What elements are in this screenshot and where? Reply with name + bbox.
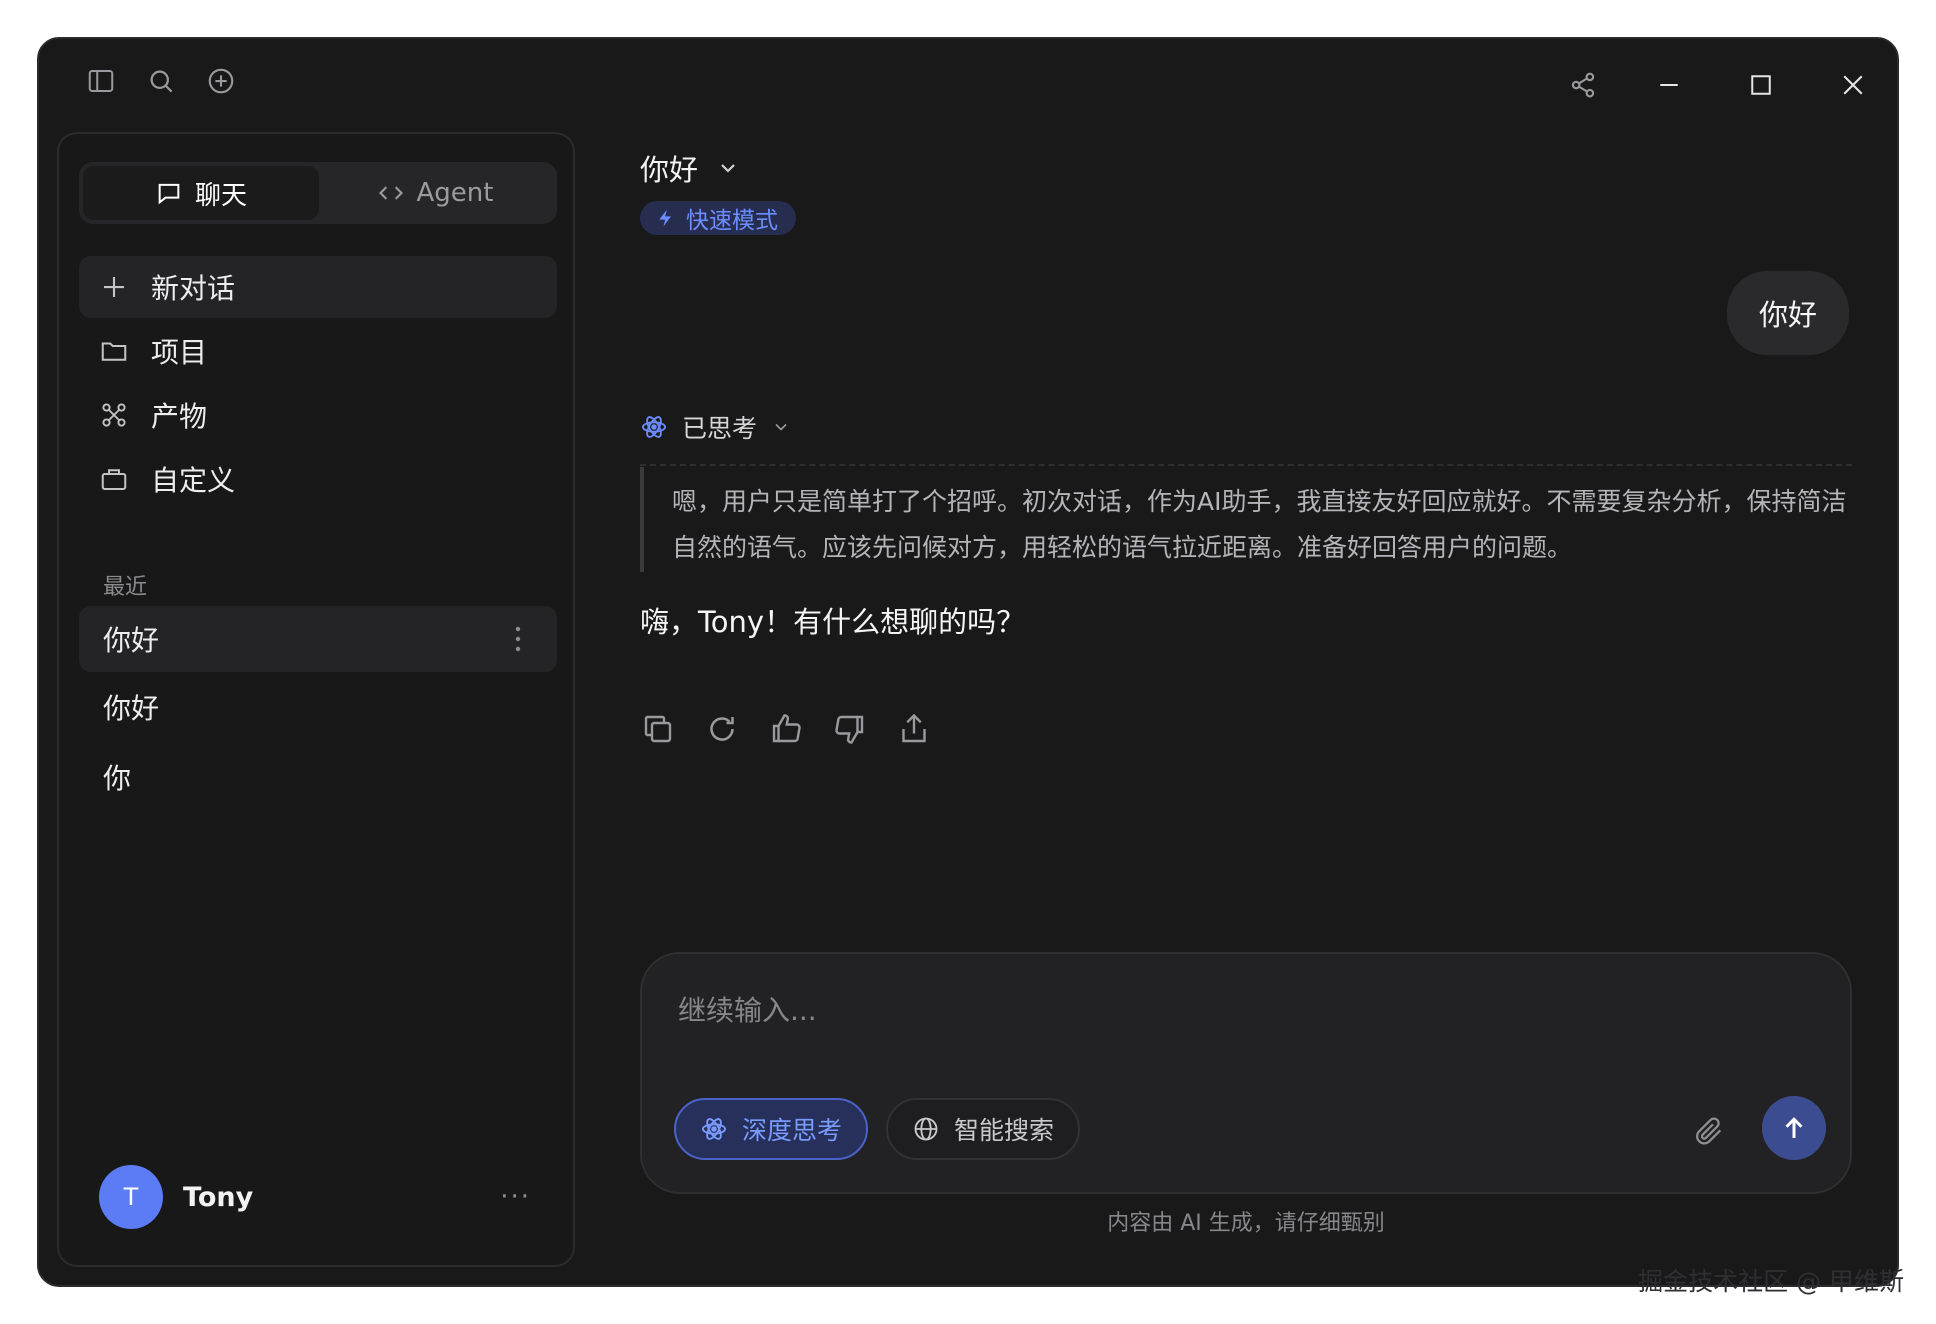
code-icon (378, 186, 403, 200)
assistant-message: 嗨，Tony！有什么想聊的吗？ (640, 605, 1026, 639)
tab-chat[interactable]: 聊天 (83, 166, 319, 220)
new-chat-label: 新对话 (151, 272, 236, 305)
thinking-toggle[interactable]: 已思考 (640, 409, 791, 445)
sidebar-item-label: 项目 (151, 336, 208, 369)
recent-chat-label: 你好 (103, 692, 160, 725)
recent-chat-label: 你好 (103, 624, 160, 657)
plus-icon (104, 277, 124, 297)
chat-bubble-icon (158, 183, 180, 205)
new-chat-plus-icon[interactable] (201, 61, 241, 101)
atom-icon (641, 416, 667, 438)
conversation-title-text: 你好 (640, 153, 699, 187)
sidebar-item-artifacts[interactable]: 产物 (79, 384, 557, 446)
smart-search-label: 智能搜索 (954, 1116, 1055, 1145)
thinking-divider (640, 464, 1852, 466)
atom-icon (701, 1118, 727, 1140)
thinking-content: 嗯，用户只是简单打了个招呼。初次对话，作为AI助手，我直接友好回应就好。不需要复… (640, 467, 1858, 572)
share-icon[interactable] (1563, 65, 1603, 105)
share-message-button[interactable] (896, 711, 932, 747)
fast-mode-badge[interactable]: 快速模式 (640, 201, 796, 235)
recent-chat-item[interactable]: 你好 (79, 606, 557, 672)
more-vertical-icon[interactable] (515, 624, 521, 654)
mode-switcher: 聊天 Agent (79, 162, 557, 224)
search-icon[interactable] (141, 61, 181, 101)
maximize-icon[interactable] (1741, 65, 1781, 105)
app-window: 聊天 Agent 新对话 项目 产物 自定义 最近 你好 你好 你 T Tony… (37, 37, 1899, 1287)
recent-chat-item[interactable]: 你好 (79, 674, 557, 740)
close-icon[interactable] (1833, 65, 1873, 105)
send-button[interactable] (1762, 1096, 1826, 1160)
message-actions (640, 711, 932, 747)
recent-section-label: 最近 (103, 575, 148, 600)
deep-think-toggle[interactable]: 深度思考 (674, 1098, 869, 1160)
attach-button[interactable] (1692, 1114, 1726, 1148)
sidebar-item-label: 自定义 (151, 464, 236, 497)
thumbs-down-icon (835, 715, 864, 744)
watermark: 掘金技术社区 @ 甲维斯 (1638, 1267, 1904, 1296)
thumbs-up-button[interactable] (768, 711, 804, 747)
deep-think-label: 深度思考 (742, 1116, 843, 1145)
new-chat-button[interactable]: 新对话 (79, 256, 557, 318)
user-profile[interactable]: T Tony ··· (99, 1164, 539, 1230)
user-more-button[interactable]: ··· (500, 1182, 531, 1212)
sidebar: 聊天 Agent 新对话 项目 产物 自定义 最近 你好 你好 你 T Tony… (57, 132, 575, 1267)
ai-disclaimer: 内容由 AI 生成，请仔细甄别 (1107, 1211, 1385, 1236)
thinking-label: 已思考 (682, 414, 758, 443)
sidebar-item-projects[interactable]: 项目 (79, 320, 557, 382)
minimize-icon[interactable] (1649, 65, 1689, 105)
globe-icon (914, 1117, 938, 1141)
sidebar-item-label: 产物 (151, 400, 208, 433)
upload-share-icon (902, 713, 926, 743)
avatar: T (99, 1165, 163, 1229)
user-message-text: 你好 (1758, 298, 1817, 332)
folder-icon (101, 342, 127, 361)
thumbs-down-button[interactable] (832, 711, 868, 747)
fast-mode-label: 快速模式 (686, 208, 778, 234)
smart-search-toggle[interactable]: 智能搜索 (886, 1098, 1081, 1160)
tab-chat-label: 聊天 (194, 180, 247, 211)
conversation-title[interactable]: 你好 (640, 147, 740, 189)
chevron-down-icon (721, 164, 735, 173)
sidebar-item-customize[interactable]: 自定义 (79, 448, 557, 510)
thumbs-up-icon (772, 714, 801, 743)
message-input[interactable] (678, 994, 1778, 1027)
copy-icon (644, 715, 672, 743)
arrow-up-icon (1785, 1117, 1803, 1138)
chevron-down-icon (775, 423, 787, 431)
tab-agent[interactable]: Agent (317, 166, 553, 220)
refresh-icon (710, 717, 734, 741)
regenerate-button[interactable] (704, 711, 740, 747)
message-composer: 深度思考 智能搜索 (640, 952, 1852, 1194)
recent-chat-item[interactable]: 你 (79, 744, 557, 810)
recent-chat-label: 你 (103, 762, 132, 795)
user-message-bubble: 你好 (1726, 271, 1849, 355)
lightning-icon (659, 209, 671, 227)
copy-button[interactable] (640, 711, 676, 747)
user-name: Tony (183, 1181, 254, 1213)
tab-agent-label: Agent (416, 178, 494, 208)
command-icon (102, 403, 126, 427)
paperclip-icon (1696, 1117, 1722, 1145)
bag-icon (101, 469, 127, 490)
sidebar-toggle-icon[interactable] (81, 61, 121, 101)
